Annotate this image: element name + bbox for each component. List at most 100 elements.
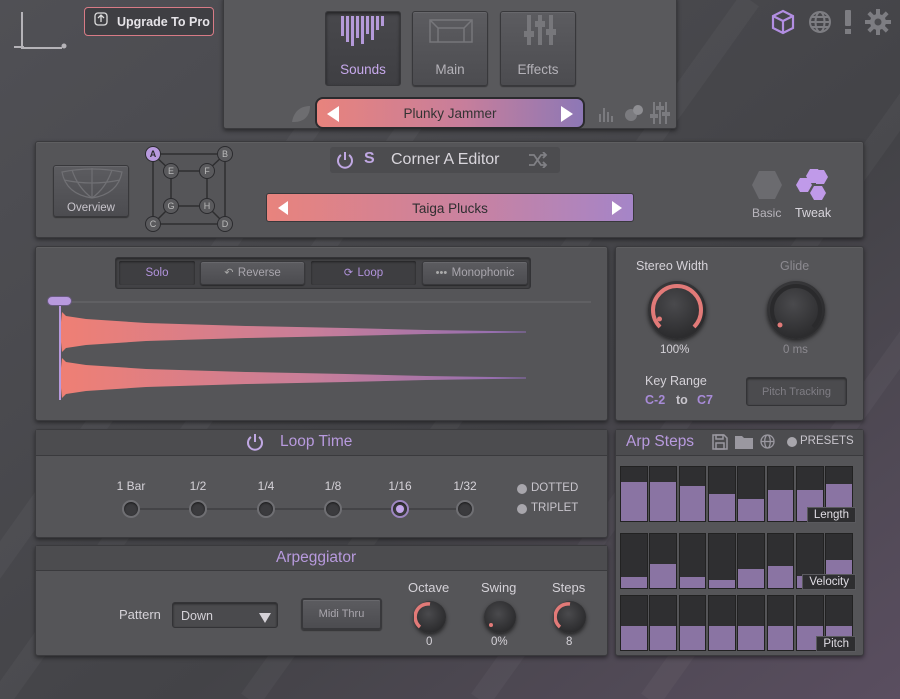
arp-step-fill (679, 486, 706, 521)
octave-value: 0 (426, 636, 433, 648)
gear-icon[interactable] (864, 8, 892, 41)
loop-option-label[interactable]: 1/2 (168, 479, 228, 493)
arp-steps-title: Arp Steps (626, 433, 695, 450)
arp-step-bar[interactable] (766, 533, 795, 589)
corner-d[interactable]: D (217, 216, 233, 232)
arp-step-bar[interactable] (620, 466, 648, 522)
loop-option-radio[interactable] (391, 500, 409, 518)
arp-step-fill (708, 625, 735, 650)
arp-step-bar[interactable] (649, 533, 678, 589)
arp-step-fill (650, 625, 677, 650)
waveform[interactable] (46, 294, 594, 406)
key-to-label: to (676, 393, 688, 407)
loop-option-label[interactable]: 1 Bar (101, 479, 161, 493)
solo-letter[interactable]: S (364, 150, 375, 168)
arp-step-bar[interactable] (737, 533, 765, 589)
sound-next-arrow-icon[interactable] (610, 200, 624, 221)
loop-time-title: Loop Time (280, 433, 353, 450)
key-high-value[interactable]: C7 (697, 393, 713, 407)
triplet-label[interactable]: TRIPLET (531, 502, 578, 514)
mode-basic-label[interactable]: Basic (752, 206, 781, 220)
stereo-width-knob[interactable] (648, 281, 706, 339)
arp-step-fill (621, 625, 647, 650)
loop-option-label[interactable]: 1/16 (370, 479, 430, 493)
arp-step-bar[interactable] (678, 595, 707, 651)
mixer-icon[interactable] (650, 102, 670, 129)
sounds-icon (339, 16, 389, 51)
loop-button[interactable]: ⟳ Loop (311, 261, 416, 285)
pattern-dropdown[interactable]: Down (172, 602, 278, 628)
alert-icon[interactable] (842, 9, 854, 40)
loop-option-radio[interactable] (456, 500, 474, 518)
monophonic-button[interactable]: ••• Monophonic (422, 261, 528, 285)
corner-c[interactable]: C (145, 216, 161, 232)
loop-option-radio[interactable] (257, 500, 275, 518)
presets-label[interactable]: PRESETS (800, 435, 854, 447)
steps-label: Steps (552, 580, 586, 595)
node-h[interactable]: H (199, 198, 215, 214)
midi-thru-button[interactable]: Midi Thru (301, 598, 382, 630)
save-icon[interactable] (712, 434, 728, 455)
stereo-width-label: Stereo Width (636, 259, 709, 273)
globe-icon[interactable] (807, 9, 833, 40)
octave-knob[interactable] (414, 601, 446, 633)
tweak-hex-icon[interactable] (796, 168, 830, 207)
loop-option-label[interactable]: 1/8 (303, 479, 363, 493)
power-icon[interactable] (335, 150, 355, 175)
arp-step-fill (767, 625, 794, 650)
preset-next-arrow-icon[interactable] (559, 105, 575, 128)
arp-globe-icon[interactable] (760, 434, 775, 454)
key-low-value[interactable]: C-2 (645, 393, 665, 407)
overview-button[interactable]: Overview (53, 165, 129, 217)
mode-tweak-label[interactable]: Tweak (795, 206, 831, 220)
steps-value: 8 (566, 636, 573, 648)
steps-knob[interactable] (554, 601, 586, 633)
loop-option-radio[interactable] (324, 500, 342, 518)
arp-step-bar[interactable] (766, 466, 795, 522)
node-e[interactable]: E (163, 163, 179, 179)
arp-step-bar[interactable] (707, 466, 736, 522)
corner-a[interactable]: A (145, 146, 161, 162)
pitch-tracking-button[interactable]: Pitch Tracking (746, 377, 847, 406)
cube-icon[interactable] (770, 9, 796, 40)
triplet-radio[interactable] (517, 504, 527, 514)
arp-step-bar[interactable] (678, 466, 707, 522)
loop-option-radio[interactable] (189, 500, 207, 518)
corner-b[interactable]: B (217, 146, 233, 162)
arp-step-bar[interactable] (737, 595, 765, 651)
reverse-button[interactable]: ↶ Reverse (200, 261, 305, 285)
dotted-radio[interactable] (517, 484, 527, 494)
loop-power-icon[interactable] (245, 432, 265, 457)
arp-step-bar[interactable] (620, 595, 648, 651)
folder-icon[interactable] (735, 435, 753, 454)
arp-step-bar[interactable] (649, 595, 678, 651)
arp-step-bar[interactable] (707, 595, 736, 651)
arp-step-bar[interactable] (649, 466, 678, 522)
arp-step-bar[interactable] (707, 533, 736, 589)
node-f[interactable]: F (199, 163, 215, 179)
pattern-label: Pattern (119, 607, 161, 622)
loop-option-radio[interactable] (122, 500, 140, 518)
tab-effects[interactable]: Effects (500, 11, 576, 86)
playhead-handle[interactable] (47, 296, 72, 306)
solo-button[interactable]: Solo (119, 261, 195, 285)
arp-step-bar[interactable] (766, 595, 795, 651)
presets-dot[interactable] (787, 437, 797, 447)
loop-option-label[interactable]: 1/4 (236, 479, 296, 493)
upgrade-button[interactable]: Upgrade To Pro (84, 7, 214, 36)
sound-selector[interactable]: Taiga Plucks (266, 193, 634, 222)
arp-step-bar[interactable] (678, 533, 707, 589)
arp-step-bar[interactable] (737, 466, 765, 522)
arp-step-bar[interactable] (620, 533, 648, 589)
dotted-label[interactable]: DOTTED (531, 482, 578, 494)
swing-knob[interactable] (484, 601, 516, 633)
glide-knob[interactable] (767, 281, 825, 339)
basic-hex-icon[interactable] (751, 170, 783, 205)
preset-selector[interactable]: Plunky Jammer (315, 97, 585, 129)
loop-option-label[interactable]: 1/32 (435, 479, 495, 493)
tab-main[interactable]: Main (412, 11, 488, 86)
tab-effects-label: Effects (517, 62, 559, 77)
tab-sounds[interactable]: Sounds (325, 11, 401, 86)
node-g[interactable]: G (163, 198, 179, 214)
shuffle-icon[interactable] (528, 151, 548, 173)
